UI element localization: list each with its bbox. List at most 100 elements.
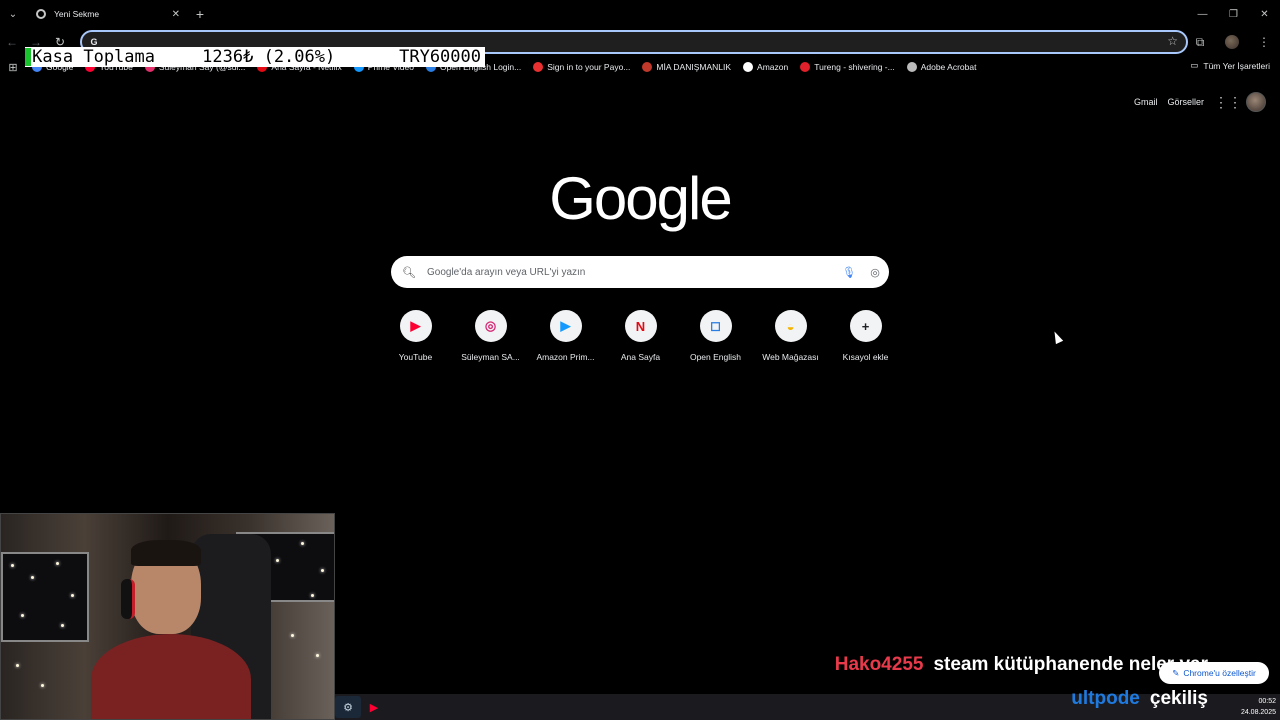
steam-icon[interactable]: ⚙	[335, 696, 361, 718]
donation-goal-overlay: Kasa Toplama 1236₺ (2.06%) TRY60000	[25, 47, 485, 67]
mouse-cursor-icon	[1050, 329, 1064, 345]
shortcut-label: Ana Sayfa	[620, 352, 661, 362]
all-bookmarks-button[interactable]: ▭ Tüm Yer İşaretleri	[1190, 60, 1270, 71]
chat-line: ultpode çekiliş	[835, 682, 1208, 716]
close-window-icon[interactable]: ✕	[1249, 0, 1280, 28]
bookmark-favicon-icon	[906, 62, 917, 72]
bookmark-favicon-icon	[743, 62, 754, 72]
all-bookmarks-label: Tüm Yer İşaretleri	[1203, 60, 1270, 71]
bookmark-star-icon[interactable]: ☆	[1167, 34, 1178, 48]
shortcut-label: Web Mağazası	[762, 352, 819, 362]
light-dot	[11, 564, 14, 567]
gmail-link[interactable]: Gmail	[1134, 97, 1158, 107]
profile-avatar[interactable]	[1225, 35, 1239, 49]
light-dot	[311, 594, 314, 597]
clock-time: 00:52	[1258, 698, 1276, 705]
chat-message: çekiliş	[1149, 688, 1208, 709]
apps-grid-icon[interactable]: ⊞	[0, 61, 26, 74]
shortcut-icon: ◻	[699, 310, 732, 342]
search-box[interactable]: 🔍︎ Google'da arayın veya URL'yi yazın 🎙︎…	[391, 256, 889, 288]
shortcuts-grid: ▶ YouTube ◎ Süleyman SA... ▶ Amazon Prim... N A…	[378, 310, 903, 362]
shortcut-tile[interactable]: ◻ Open English	[678, 310, 753, 362]
chat-line: Hako4255 steam kütüphanende neler var	[835, 648, 1208, 682]
shortcut-tile[interactable]: ◒ Web Mağazası	[753, 310, 828, 362]
customize-label: Chrome'u özelleştir	[1183, 668, 1256, 678]
google-lens-icon[interactable]: ◎	[861, 266, 889, 279]
clock-date: 24.08.2025	[1240, 709, 1276, 716]
tab-close-icon[interactable]: ✕	[172, 9, 180, 20]
light-dot	[321, 569, 324, 572]
bookmark-item[interactable]: Adobe Acrobat	[901, 62, 983, 72]
search-icon: 🔍︎	[402, 266, 416, 279]
pencil-icon: ✎	[1172, 667, 1180, 678]
bookmark-favicon-icon	[800, 62, 811, 72]
bookmark-item[interactable]: Tureng - shivering -...	[794, 62, 900, 72]
google-apps-icon[interactable]: ⋮⋮⋮	[1214, 94, 1256, 111]
shortcut-icon: N	[624, 310, 657, 342]
hair	[131, 540, 201, 566]
chat-username: Hako4255	[834, 654, 924, 675]
bookmark-label: Adobe Acrobat	[920, 62, 977, 72]
minimize-icon[interactable]: —	[1187, 0, 1218, 28]
images-link[interactable]: Görseller	[1167, 97, 1204, 107]
customize-chrome-button[interactable]: ✎ Chrome'u özelleştir	[1159, 662, 1269, 684]
shortcut-label: Open English	[689, 352, 742, 362]
shortcut-icon: ▶	[399, 310, 432, 342]
light-dot	[291, 634, 294, 637]
bookmark-favicon-icon	[642, 62, 653, 72]
tab-search-chevron-icon[interactable]: ⌄	[0, 0, 26, 28]
new-tab-plus-icon[interactable]: +	[188, 2, 212, 26]
extensions-puzzle-icon[interactable]: ⧉	[1184, 35, 1216, 50]
light-dot	[16, 664, 19, 667]
headset-icon	[121, 579, 135, 619]
bookmark-item[interactable]: Amazon	[737, 62, 794, 72]
shortcut-icon: ◒	[774, 310, 807, 342]
youtube-taskbar-icon[interactable]: ▶	[361, 696, 387, 718]
menu-kebab-icon[interactable]: ⋮	[1248, 35, 1280, 49]
google-account-avatar[interactable]	[1246, 92, 1266, 112]
wall-panel-left	[1, 552, 89, 642]
restore-icon[interactable]: ❐	[1218, 0, 1249, 28]
bookmark-favicon-icon	[533, 62, 544, 72]
shortcut-icon: ◎	[474, 310, 507, 342]
shirt	[91, 634, 251, 719]
microphone-icon[interactable]: 🎙︎	[837, 266, 861, 279]
shortcut-label: Süleyman SA...	[461, 352, 520, 362]
bookmark-item[interactable]: Sign in to your Payo...	[527, 62, 636, 72]
tab-new-tab[interactable]: Yeni Sekme ✕	[30, 0, 186, 28]
shortcut-tile[interactable]: N Ana Sayfa	[603, 310, 678, 362]
webcam-feed	[0, 513, 335, 720]
bookmark-label: Amazon	[757, 62, 789, 72]
shortcut-icon: +	[849, 310, 882, 342]
toolbar-right: ⧉ ⋮	[1184, 28, 1280, 56]
donation-progress-bar	[25, 48, 32, 66]
light-dot	[301, 542, 304, 545]
light-dot	[21, 614, 24, 617]
streamer	[91, 540, 251, 719]
shortcut-label: YouTube	[398, 352, 433, 362]
bookmark-label: Tureng - shivering -...	[814, 62, 895, 72]
shortcut-tile[interactable]: ▶ YouTube	[378, 310, 453, 362]
light-dot	[316, 654, 319, 657]
google-top-links: Gmail Görseller ⋮⋮⋮	[1134, 92, 1266, 112]
bookmark-item[interactable]: MİA DANIŞMANLIK	[636, 62, 737, 72]
window-controls: — ❐ ✕	[1187, 0, 1280, 28]
search-placeholder: Google'da arayın veya URL'yi yazın	[427, 266, 586, 278]
chat-username: ultpode	[1071, 688, 1140, 709]
shortcut-tile[interactable]: ▶ Amazon Prim...	[528, 310, 603, 362]
google-logo: Google	[549, 165, 732, 232]
system-clock[interactable]: 00:52 24.08.2025	[1241, 696, 1280, 718]
shortcut-tile[interactable]: + Kısayol ekle	[828, 310, 903, 362]
tab-title: Yeni Sekme	[54, 9, 100, 19]
bookmark-label: MİA DANIŞMANLIK	[656, 62, 732, 72]
shortcut-label: Kısayol ekle	[842, 352, 889, 362]
shortcut-label: Amazon Prim...	[536, 352, 595, 362]
chrome-icon	[36, 9, 46, 19]
donation-title: Kasa Toplama	[32, 47, 155, 67]
back-arrow-icon[interactable]: ←	[0, 30, 24, 54]
light-dot	[61, 624, 64, 627]
light-dot	[276, 559, 279, 562]
shortcut-tile[interactable]: ◎ Süleyman SA...	[453, 310, 528, 362]
light-dot	[41, 684, 44, 687]
shortcut-icon: ▶	[549, 310, 582, 342]
